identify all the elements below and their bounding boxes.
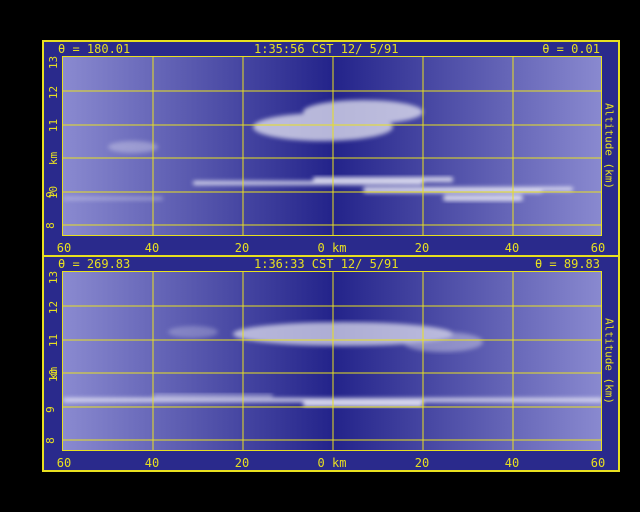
x-tick: 40 <box>504 241 520 255</box>
lidar-backscatter-image <box>63 272 601 450</box>
y-tick: 11 <box>47 118 61 133</box>
y-tick: 13 <box>47 270 61 285</box>
lidar-backscatter-image <box>63 57 601 235</box>
x-tick: 60 <box>56 241 72 255</box>
altitude-label: Altitude (km) <box>602 317 616 405</box>
x-axis-labels: 60 40 20 0 km 20 40 60 <box>57 456 606 470</box>
theta-right: θ = 89.83 <box>534 257 600 271</box>
theta-left: θ = 269.83 <box>58 257 131 271</box>
theta-left: θ = 180.01 <box>58 42 131 56</box>
x-tick: 60 <box>590 241 606 255</box>
y-tick: 12 <box>47 85 61 100</box>
lidar-image-top <box>62 56 602 236</box>
y-tick: 8 <box>43 222 57 229</box>
theta-right: θ = 0.01 <box>542 42 600 56</box>
x-tick: 20 <box>414 456 430 470</box>
y-tick: 9 <box>43 191 57 198</box>
y-tick: 10 <box>47 368 61 383</box>
right-axis-label: Altitude (km) <box>600 271 618 451</box>
right-axis-label: Altitude (km) <box>600 56 618 236</box>
x-tick: 20 <box>414 241 430 255</box>
x-tick: 40 <box>144 456 160 470</box>
y-tick: 12 <box>47 300 61 315</box>
y-axis-unit: km <box>47 151 61 166</box>
lidar-panel-top: θ = 180.01 1:35:56 CST 12/ 5/91 θ = 0.01… <box>42 40 620 257</box>
y-axis-labels: 13 12 11 km 10 9 8 <box>44 271 60 451</box>
x-tick: 0 km <box>317 456 347 470</box>
y-tick: 13 <box>47 55 61 70</box>
altitude-label: Altitude (km) <box>602 102 616 190</box>
x-tick: 60 <box>590 456 606 470</box>
timestamp: 1:36:33 CST 12/ 5/91 <box>254 257 399 271</box>
x-tick: 20 <box>234 241 250 255</box>
x-tick: 40 <box>144 241 160 255</box>
x-tick: 0 km <box>317 241 347 255</box>
panel-header: θ = 269.83 1:36:33 CST 12/ 5/91 θ = 89.8… <box>44 257 618 271</box>
x-tick: 20 <box>234 456 250 470</box>
y-tick: 11 <box>47 333 61 348</box>
x-tick: 40 <box>504 456 520 470</box>
lidar-image-bottom <box>62 271 602 451</box>
panel-header: θ = 180.01 1:35:56 CST 12/ 5/91 θ = 0.01 <box>44 42 618 56</box>
lidar-panel-bottom: θ = 269.83 1:36:33 CST 12/ 5/91 θ = 89.8… <box>42 255 620 472</box>
y-tick: 8 <box>43 437 57 444</box>
y-tick: 9 <box>43 406 57 413</box>
x-tick: 60 <box>56 456 72 470</box>
timestamp: 1:35:56 CST 12/ 5/91 <box>254 42 399 56</box>
y-axis-labels: 13 12 11 10 km 9 8 <box>44 56 60 236</box>
x-axis-labels: 60 40 20 0 km 20 40 60 <box>57 241 606 255</box>
